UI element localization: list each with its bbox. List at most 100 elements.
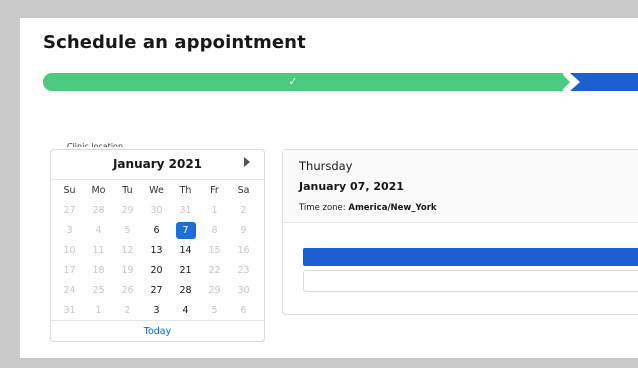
calendar-day[interactable]: 13 — [142, 240, 171, 260]
calendar-day[interactable]: 3 — [142, 300, 171, 320]
calendar-day[interactable]: 10 — [55, 240, 84, 260]
calendar-day[interactable]: 25 — [84, 280, 113, 300]
calendar-day[interactable]: 5 — [113, 220, 142, 240]
calendar-day[interactable]: 16 — [229, 240, 258, 260]
calendar-day-number: 1 — [211, 204, 218, 216]
calendar-day[interactable]: 11 — [84, 240, 113, 260]
calendar-day-number: 29 — [208, 284, 221, 296]
calendar-day-number: 13 — [150, 244, 163, 256]
path-step-complete[interactable] — [43, 73, 563, 91]
calendar-day[interactable]: 6 — [229, 300, 258, 320]
weekday-header: We — [149, 184, 164, 196]
calendar-day[interactable]: 5 — [200, 300, 229, 320]
calendar-week-row: 3 4 5 6 7 8 9 — [55, 220, 258, 240]
calendar-day[interactable]: 29 — [200, 280, 229, 300]
calendar-day[interactable]: 28 — [84, 200, 113, 220]
calendar-day-number: 3 — [66, 224, 73, 236]
calendar-day[interactable]: 23 — [229, 260, 258, 280]
weekday-header-row: Su Mo Tu We Th Fr Sa — [55, 180, 258, 200]
calendar-day[interactable]: 2 — [229, 200, 258, 220]
calendar-day[interactable]: 9 — [229, 220, 258, 240]
calendar-day-number: 20 — [150, 264, 163, 276]
calendar-day-number: 21 — [179, 264, 192, 276]
calendar-day[interactable]: 14 — [171, 240, 200, 260]
calendar-day-number: 11 — [92, 244, 105, 256]
calendar-day-number: 28 — [179, 284, 192, 296]
calendar-day[interactable]: 8 — [200, 220, 229, 240]
time-slot-empty[interactable] — [303, 270, 638, 292]
calendar-day[interactable]: 4 — [84, 220, 113, 240]
time-slot-selected[interactable] — [303, 248, 638, 266]
calendar-week-row: 17 18 19 20 21 22 23 — [55, 260, 258, 280]
weekday-header: Tu — [122, 184, 133, 196]
calendar-day[interactable]: 27 — [55, 200, 84, 220]
calendar-day[interactable]: 15 — [200, 240, 229, 260]
calendar-day[interactable]: 21 — [171, 260, 200, 280]
today-button[interactable]: Today — [51, 326, 264, 337]
weekday-header: Mo — [91, 184, 106, 196]
calendar-day-number: 2 — [124, 304, 131, 316]
weekday-header: Fr — [210, 184, 219, 196]
calendar-day-number: 4 — [182, 304, 189, 316]
calendar-day[interactable]: 31 — [171, 200, 200, 220]
calendar-day-number: 5 — [211, 304, 218, 316]
progress-path: ✓ — [43, 73, 638, 91]
calendar-day[interactable]: 30 — [229, 280, 258, 300]
date-picker-calendar: January 2021 Su Mo Tu We Th Fr Sa 27 28 29 30 31 1 2… — [50, 149, 265, 342]
calendar-day[interactable]: 6 — [142, 220, 171, 240]
calendar-day[interactable]: 4 — [171, 300, 200, 320]
calendar-day[interactable]: 24 — [55, 280, 84, 300]
calendar-day-number: 23 — [237, 264, 250, 276]
calendar-day-number: 28 — [92, 204, 105, 216]
calendar-day-selected[interactable]: 7 — [171, 220, 200, 240]
calendar-day-number: 18 — [92, 264, 105, 276]
day-header: Thursday January 07, 2021 Time zone: Ame… — [283, 150, 638, 223]
calendar-day-number: 30 — [150, 204, 163, 216]
calendar-day[interactable]: 17 — [55, 260, 84, 280]
calendar-day-number: 31 — [63, 304, 76, 316]
calendar-day-number: 26 — [121, 284, 134, 296]
calendar-day[interactable]: 22 — [200, 260, 229, 280]
calendar-day[interactable]: 1 — [84, 300, 113, 320]
calendar-day[interactable]: 26 — [113, 280, 142, 300]
calendar-day-number: 30 — [237, 284, 250, 296]
timezone-line: Time zone: America/New_York — [299, 203, 437, 213]
calendar-day[interactable]: 12 — [113, 240, 142, 260]
calendar-footer: Today — [51, 320, 264, 342]
calendar-day[interactable]: 20 — [142, 260, 171, 280]
calendar-day[interactable]: 30 — [142, 200, 171, 220]
triangle-right-icon[interactable] — [244, 157, 250, 167]
checkmark-icon: ✓ — [288, 75, 298, 88]
calendar-day-number: 2 — [240, 204, 247, 216]
path-step-current[interactable] — [570, 73, 638, 91]
calendar-month-label: January 2021 — [112, 157, 203, 171]
calendar-day-number: 1 — [95, 304, 102, 316]
calendar-week-row: 31 1 2 3 4 5 6 — [55, 300, 258, 320]
calendar-day-number: 14 — [179, 244, 192, 256]
calendar-day[interactable]: 31 — [55, 300, 84, 320]
calendar-day-number: 25 — [92, 284, 105, 296]
calendar-day[interactable]: 27 — [142, 280, 171, 300]
calendar-day[interactable]: 1 — [200, 200, 229, 220]
calendar-day-number: 16 — [237, 244, 250, 256]
calendar-day-number: 24 — [63, 284, 76, 296]
calendar-day[interactable]: 19 — [113, 260, 142, 280]
calendar-week-row: 24 25 26 27 28 29 30 — [55, 280, 258, 300]
timezone-label: Time zone: — [299, 203, 346, 213]
weekday-header: Sa — [237, 184, 250, 196]
scheduler-frame: Schedule an appointment ✓ Clinic locatio… — [20, 18, 638, 358]
calendar-day[interactable]: 18 — [84, 260, 113, 280]
calendar-week-row: 10 11 12 13 14 15 16 — [55, 240, 258, 260]
calendar-day-number: 12 — [121, 244, 134, 256]
calendar-day[interactable]: 29 — [113, 200, 142, 220]
calendar-day-number: 4 — [95, 224, 102, 236]
weekday-header: Su — [63, 184, 76, 196]
calendar-day[interactable]: 3 — [55, 220, 84, 240]
calendar-day-number: 7 — [175, 221, 196, 239]
weekday-header: Th — [179, 184, 192, 196]
calendar-day-number: 27 — [150, 284, 163, 296]
calendar-day-number: 6 — [240, 304, 247, 316]
calendar-day[interactable]: 2 — [113, 300, 142, 320]
calendar-day-number: 3 — [153, 304, 160, 316]
calendar-day[interactable]: 28 — [171, 280, 200, 300]
